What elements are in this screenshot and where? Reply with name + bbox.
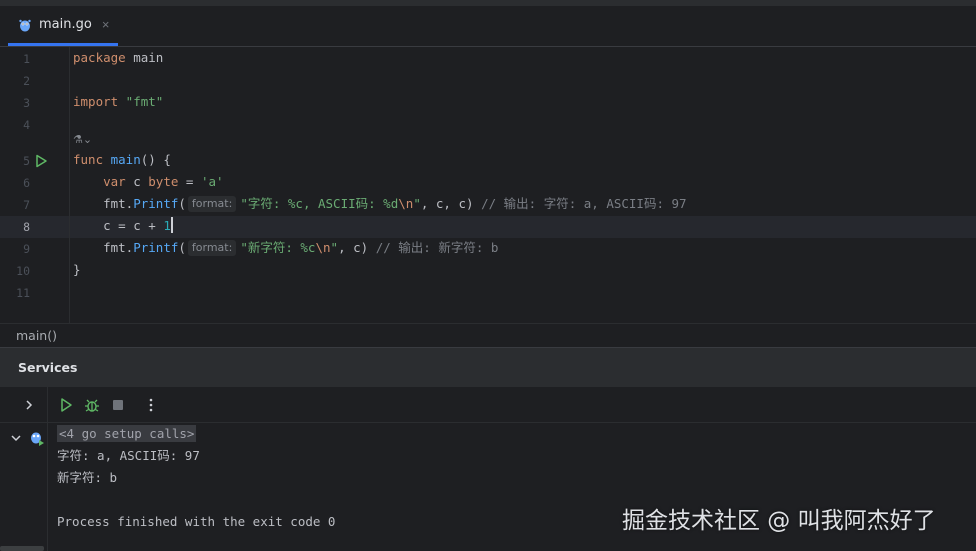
services-toolbar (0, 387, 976, 423)
console-line: 新字符: b (57, 470, 118, 485)
line-number: 4 (23, 118, 30, 132)
code-editor[interactable]: 1 2 3 4 5 6 7 8 9 10 11 ⚗⌄ package main … (0, 47, 976, 323)
line-number: 5 (23, 154, 30, 168)
code-line-9: fmt.Printf(format: "新字符: %c\n", c) // 输出:… (73, 240, 499, 256)
line-number-gutter: 1 2 3 4 5 6 7 8 9 10 11 (0, 47, 70, 323)
code-line-10: } (73, 262, 81, 277)
line-number: 11 (16, 286, 30, 300)
run-icon[interactable] (58, 397, 74, 413)
code-line-3: import "fmt" (73, 94, 164, 109)
line-number-current: 8 (23, 220, 30, 234)
code-line-6: var c byte = 'a' (103, 174, 224, 189)
code-line-5: func main() { (73, 152, 171, 167)
run-play-icon[interactable] (34, 154, 48, 168)
line-number: 7 (23, 198, 30, 212)
close-icon[interactable]: × (102, 17, 110, 32)
param-hint: format: (187, 196, 237, 212)
tab-main-go[interactable]: main.go × (8, 6, 118, 46)
line-number: 1 (23, 52, 30, 66)
console-line: Process finished with the exit code 0 (57, 514, 336, 529)
line-number: 9 (23, 242, 30, 256)
text-caret (170, 217, 173, 233)
chevron-down-icon[interactable] (8, 430, 24, 446)
chevron-right-icon[interactable] (21, 397, 37, 413)
more-options-icon[interactable] (143, 397, 159, 413)
console-line: 字符: a, ASCII码: 97 (57, 448, 200, 463)
line-number: 10 (16, 264, 30, 278)
code-lens-icon[interactable]: ⚗⌄ (73, 133, 92, 146)
services-tree-column (0, 387, 48, 551)
line-number: 3 (23, 96, 30, 110)
stop-icon[interactable] (110, 397, 126, 413)
param-hint: format: (187, 240, 237, 256)
go-setup-calls-fold[interactable]: <4 go setup calls> (57, 425, 197, 442)
tab-label: main.go (39, 17, 92, 32)
go-gopher-icon (19, 19, 31, 31)
editor-tab-bar: main.go × (0, 6, 976, 47)
line-number: 6 (23, 176, 30, 190)
console-line: <4 go setup calls> (57, 423, 197, 445)
line-number: 2 (23, 74, 30, 88)
go-run-config-icon[interactable] (29, 430, 45, 446)
horizontal-scrollbar[interactable] (0, 546, 44, 551)
code-line-7: fmt.Printf(format: "字符: %c, ASCII码: %d\n"… (73, 196, 687, 212)
code-line-8: c = c + 1 (73, 217, 173, 233)
breadcrumb[interactable]: main() (0, 323, 976, 347)
watermark: 掘金技术社区 @ 叫我阿杰好了 (622, 508, 936, 534)
services-panel-title: Services (0, 347, 976, 387)
code-line-1: package main (73, 50, 164, 65)
debug-bug-icon[interactable] (84, 397, 100, 413)
